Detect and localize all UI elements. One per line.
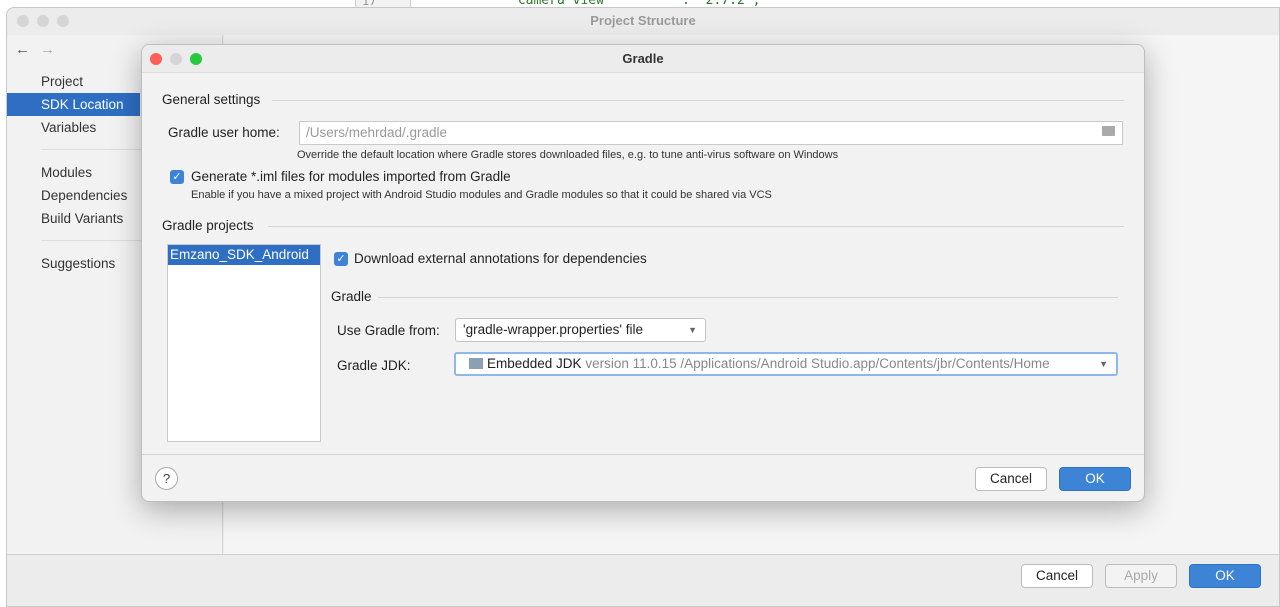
cancel-button[interactable]: Cancel: [975, 467, 1047, 491]
gradle-user-home-hint: Override the default location where Grad…: [297, 149, 839, 161]
general-settings-heading: General settings: [162, 92, 261, 107]
download-annotations-label[interactable]: Download external annotations for depend…: [354, 251, 647, 266]
use-gradle-from-dropdown[interactable]: 'gradle-wrapper.properties' file ▼: [455, 318, 706, 342]
dropdown-value: 'gradle-wrapper.properties' file: [463, 322, 643, 337]
divider: [268, 226, 1124, 227]
gradle-jdk-label: Gradle JDK:: [337, 358, 411, 373]
chevron-down-icon: ▼: [1099, 359, 1108, 369]
gradle-section-heading: Gradle: [331, 289, 372, 304]
divider: [378, 297, 1118, 298]
dialog-footer: ? Cancel OK: [142, 454, 1144, 501]
help-button[interactable]: ?: [155, 467, 178, 490]
generate-iml-hint: Enable if you have a mixed project with …: [191, 189, 772, 201]
gradle-user-home-label: Gradle user home:: [168, 125, 280, 140]
generate-iml-label[interactable]: Generate *.iml files for modules importe…: [191, 169, 511, 184]
cancel-button[interactable]: Cancel: [1021, 564, 1093, 588]
dialog-titlebar: Gradle: [142, 45, 1144, 73]
dialog-title: Gradle: [622, 51, 664, 66]
ok-button[interactable]: OK: [1189, 564, 1261, 588]
jdk-detail: version 11.0.15 /Applications/Android St…: [585, 356, 1050, 371]
gradle-dialog: Gradle General settings Gradle user home…: [141, 44, 1145, 502]
divider: [272, 100, 1124, 101]
gradle-jdk-dropdown[interactable]: Embedded JDK version 11.0.15 /Applicatio…: [454, 352, 1118, 376]
footer: Cancel Apply OK: [7, 554, 1279, 606]
gradle-projects-list[interactable]: Emzano_SDK_Android: [167, 244, 321, 442]
back-arrow-icon[interactable]: ←: [15, 41, 30, 58]
folder-icon[interactable]: [1102, 126, 1115, 136]
project-item[interactable]: Emzano_SDK_Android: [168, 245, 320, 265]
gradle-projects-heading: Gradle projects: [162, 218, 254, 233]
jdk-folder-icon: [469, 358, 483, 369]
forward-arrow-icon[interactable]: →: [40, 41, 55, 58]
gradle-user-home-input[interactable]: /Users/mehrdad/.gradle: [299, 121, 1123, 145]
ok-button[interactable]: OK: [1059, 467, 1131, 491]
apply-button[interactable]: Apply: [1105, 564, 1177, 588]
sidebar-item-sdk-location[interactable]: SDK Location: [7, 93, 140, 116]
download-annotations-checkbox[interactable]: ✓: [334, 252, 348, 266]
jdk-name: Embedded JDK: [487, 356, 582, 371]
chevron-down-icon: ▼: [688, 325, 697, 335]
window-title: Project Structure: [590, 13, 696, 28]
generate-iml-checkbox[interactable]: ✓: [170, 170, 184, 184]
use-gradle-from-label: Use Gradle from:: [337, 323, 440, 338]
